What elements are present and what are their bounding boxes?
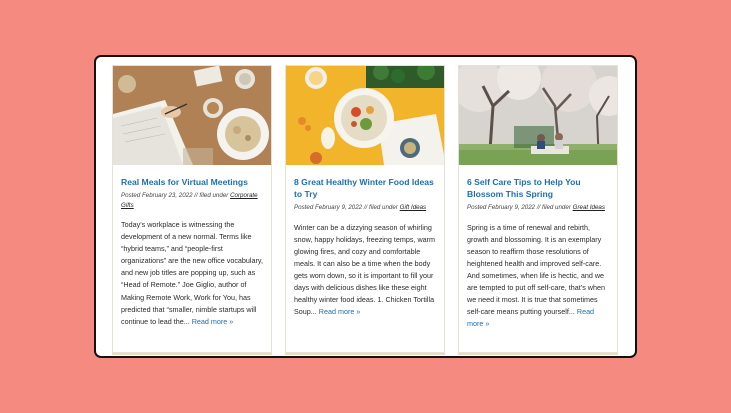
blog-posts-panel: Real Meals for Virtual Meetings Posted F…	[94, 55, 637, 358]
post-date: Posted February 9, 2022 // filed under	[294, 204, 398, 211]
post-card: 6 Self Care Tips to Help You Blossom Thi…	[458, 65, 618, 353]
post-title-link[interactable]: Real Meals for Virtual Meetings	[121, 176, 263, 188]
post-excerpt: Winter can be a dizzying season of whirl…	[294, 222, 436, 319]
notebook-and-soup-photo[interactable]	[113, 66, 272, 165]
post-title-link[interactable]: 6 Self Care Tips to Help You Blossom Thi…	[467, 176, 609, 200]
post-date: Posted February 9, 2022 // filed under	[467, 204, 571, 211]
post-meta: Posted February 9, 2022 // filed under G…	[294, 203, 436, 213]
post-meta: Posted February 23, 2022 // filed under …	[121, 191, 263, 210]
excerpt-text: Spring is a time of renewal and rebirth,…	[467, 222, 605, 317]
category-link[interactable]: Great Ideas	[573, 204, 605, 211]
post-date: Posted February 23, 2022 // filed under	[121, 192, 229, 199]
read-more-link[interactable]: Read more »	[192, 317, 234, 326]
post-card: Real Meals for Virtual Meetings Posted F…	[112, 65, 272, 353]
category-link[interactable]: Gift Ideas	[400, 204, 426, 211]
spring-picnic-blossoms-photo[interactable]	[459, 66, 618, 165]
healthy-food-bowl-photo[interactable]	[286, 66, 445, 165]
read-more-link[interactable]: Read more »	[319, 307, 361, 316]
excerpt-text: Today’s workplace is witnessing the deve…	[121, 220, 263, 326]
post-excerpt: Today’s workplace is witnessing the deve…	[121, 219, 263, 328]
post-card: 8 Great Healthy Winter Food Ideas to Try…	[285, 65, 445, 353]
excerpt-text: Winter can be a dizzying season of whirl…	[294, 222, 436, 317]
post-title-link[interactable]: 8 Great Healthy Winter Food Ideas to Try	[294, 176, 436, 200]
post-excerpt: Spring is a time of renewal and rebirth,…	[467, 222, 609, 331]
post-meta: Posted February 9, 2022 // filed under G…	[467, 203, 609, 213]
